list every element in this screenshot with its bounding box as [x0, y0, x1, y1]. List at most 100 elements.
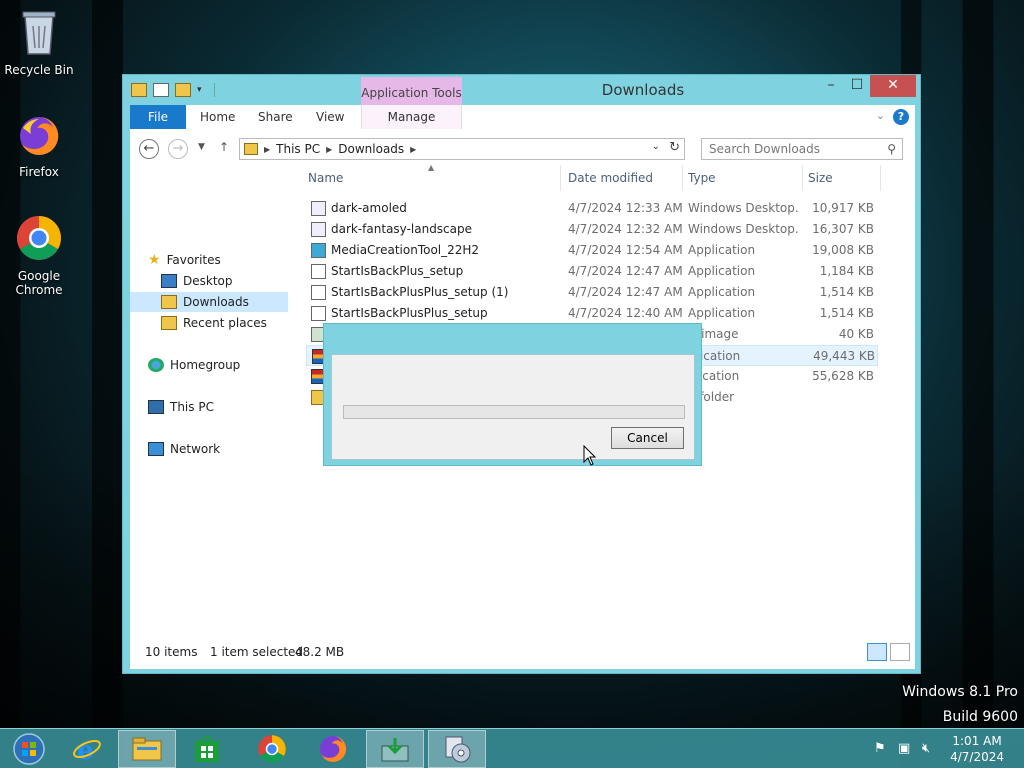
desktop-icon-firefox[interactable]: Firefox: [1, 114, 77, 179]
breadcrumb-separator-icon[interactable]: ▶: [326, 145, 332, 154]
file-size: 40 KB: [838, 327, 874, 341]
title-bar[interactable]: ▾ Application Tools Downloads – ☐ ✕: [123, 75, 920, 107]
desktop-icon: [161, 274, 177, 288]
help-icon[interactable]: ?: [893, 109, 909, 125]
minimize-button[interactable]: –: [817, 75, 845, 97]
tab-view[interactable]: View: [302, 105, 358, 129]
column-divider[interactable]: [560, 165, 561, 191]
store-icon: [195, 736, 219, 762]
back-button[interactable]: ←: [139, 139, 159, 159]
internet-explorer-icon: e: [73, 736, 101, 764]
sidebar-item-label: Network: [170, 442, 221, 456]
refresh-icon[interactable]: ↻: [669, 140, 680, 155]
desktop-icon-label: Firefox: [19, 165, 59, 179]
file-date: 4/7/2024 12:32 AM: [568, 222, 683, 236]
file-row-startisbackplusplus-setup-1[interactable]: StartIsBackPlusPlus_setup (1) 4/7/2024 1…: [306, 282, 878, 303]
breadcrumb-separator-icon[interactable]: ▶: [264, 145, 270, 154]
recent-locations-icon[interactable]: ▼: [198, 142, 205, 152]
file-row-media-creation-tool[interactable]: MediaCreationTool_22H2 4/7/2024 12:54 AM…: [306, 240, 878, 261]
breadcrumb-downloads[interactable]: Downloads: [338, 142, 404, 156]
sidebar-item-recent-places[interactable]: Recent places: [161, 313, 267, 333]
address-bar[interactable]: ▶ This PC ▶ Downloads ▶ ⌄ ↻: [239, 138, 685, 160]
properties-icon[interactable]: [153, 83, 169, 97]
action-center-flag-icon[interactable]: ⚑: [874, 741, 886, 756]
search-input[interactable]: Search Downloads ⚲: [701, 138, 903, 160]
close-button[interactable]: ✕: [870, 75, 916, 97]
column-header-name[interactable]: Name: [308, 165, 343, 191]
customize-qat-icon[interactable]: ▾: [197, 85, 202, 95]
large-icons-view-button[interactable]: [890, 643, 910, 661]
column-divider[interactable]: [880, 165, 881, 191]
network-tray-icon[interactable]: ▣: [898, 741, 910, 756]
breadcrumb-this-pc[interactable]: This PC: [276, 142, 320, 156]
new-folder-icon[interactable]: [175, 83, 191, 97]
file-row-startisbackplus-setup[interactable]: StartIsBackPlus_setup 4/7/2024 12:47 AM …: [306, 261, 878, 282]
os-watermark-build: Build 9600: [942, 709, 1018, 725]
os-watermark-edition: Windows 8.1 Pro: [902, 684, 1018, 700]
details-view-button[interactable]: [867, 643, 887, 661]
firefox-icon: [1, 114, 77, 161]
file-row-dark-amoled[interactable]: dark-amoled 4/7/2024 12:33 AM Windows De…: [306, 198, 878, 219]
sidebar-item-label: Homegroup: [170, 358, 241, 372]
tab-home[interactable]: Home: [186, 105, 249, 129]
chrome-icon: [1, 214, 77, 265]
desktop-icon-recycle-bin[interactable]: Recycle Bin: [1, 8, 77, 77]
column-divider[interactable]: [682, 165, 683, 191]
taskbar-installer-app[interactable]: [366, 730, 424, 768]
desktop-icon-chrome[interactable]: Google Chrome: [1, 214, 77, 297]
sidebar-item-label: Favorites: [166, 253, 221, 267]
status-item-count: 10 items: [145, 645, 198, 659]
file-type: Application: [688, 285, 756, 299]
theme-file-icon: [311, 222, 326, 237]
file-explorer-icon: [132, 737, 162, 761]
theme-file-icon: [311, 201, 326, 216]
file-name: dark-amoled: [331, 201, 407, 215]
taskbar-setup-app[interactable]: [428, 730, 486, 768]
taskbar-clock[interactable]: 1:01 AM 4/7/2024: [950, 733, 1004, 765]
file-name: MediaCreationTool_22H2: [331, 243, 480, 257]
taskbar-chrome[interactable]: [243, 730, 301, 768]
file-size: 1,514 KB: [819, 306, 874, 320]
tab-manage[interactable]: Manage: [361, 105, 462, 129]
file-name: StartIsBackPlusPlus_setup: [331, 306, 488, 320]
taskbar: e ⚑ ▣ 🔇︎ 1:01 AM 4/7/2024: [0, 728, 1024, 768]
file-date: 4/7/2024 12:40 AM: [568, 306, 683, 320]
sidebar-item-favorites[interactable]: ★ Favorites: [148, 250, 221, 270]
taskbar-file-explorer[interactable]: [118, 730, 176, 768]
up-button[interactable]: ↑: [219, 140, 229, 154]
file-row-dark-fantasy-landscape[interactable]: dark-fantasy-landscape 4/7/2024 12:32 AM…: [306, 219, 878, 240]
column-divider[interactable]: [802, 165, 803, 191]
column-header-type[interactable]: Type: [688, 165, 716, 191]
sidebar-item-label: Recent places: [183, 316, 267, 330]
sidebar-item-network[interactable]: Network: [148, 439, 220, 459]
column-header-size[interactable]: Size: [808, 165, 833, 191]
sort-ascending-icon: ▲: [428, 163, 435, 172]
sidebar-item-homegroup[interactable]: Homegroup: [148, 355, 240, 375]
breadcrumb-separator-icon[interactable]: ▶: [410, 145, 416, 154]
file-date: 4/7/2024 12:33 AM: [568, 201, 683, 215]
file-date: 4/7/2024 12:54 AM: [568, 243, 683, 257]
taskbar-internet-explorer[interactable]: e: [58, 730, 116, 768]
search-icon[interactable]: ⚲: [887, 139, 896, 159]
file-row-startisbackplusplus-setup[interactable]: StartIsBackPlusPlus_setup 4/7/2024 12:40…: [306, 303, 878, 324]
tab-share[interactable]: Share: [244, 105, 307, 129]
recent-places-icon: [161, 316, 177, 330]
desktop-icon-label: Recycle Bin: [4, 63, 74, 77]
recycle-bin-icon: [1, 8, 77, 59]
sidebar-item-downloads[interactable]: Downloads: [130, 292, 288, 312]
sidebar-item-this-pc[interactable]: This PC: [148, 397, 214, 417]
forward-button[interactable]: →: [168, 139, 188, 159]
taskbar-store[interactable]: [178, 730, 236, 768]
start-button[interactable]: [0, 730, 58, 768]
column-header-date-modified[interactable]: Date modified: [568, 165, 653, 191]
expand-ribbon-icon[interactable]: ⌄: [876, 109, 885, 122]
maximize-button[interactable]: ☐: [843, 75, 871, 97]
address-dropdown-icon[interactable]: ⌄: [652, 141, 660, 152]
tab-file[interactable]: File: [130, 105, 186, 129]
progress-dialog: Cancel: [323, 323, 702, 466]
cancel-button[interactable]: Cancel: [611, 427, 684, 449]
taskbar-firefox[interactable]: [304, 730, 362, 768]
sidebar-item-desktop[interactable]: Desktop: [161, 271, 233, 291]
volume-muted-icon[interactable]: 🔇︎: [922, 741, 930, 756]
installer-icon: [311, 264, 326, 279]
